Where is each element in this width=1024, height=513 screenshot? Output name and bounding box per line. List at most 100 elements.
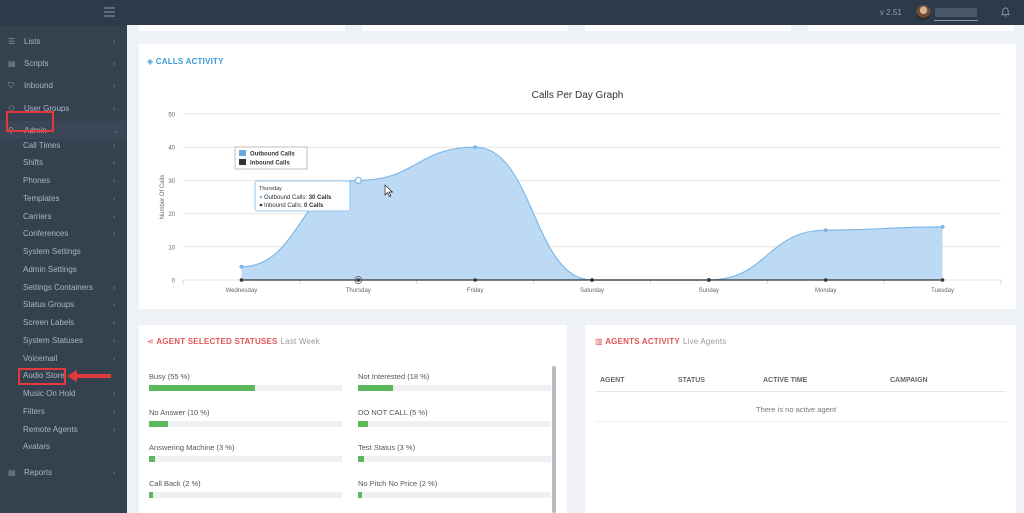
table-row-divider	[595, 421, 1006, 422]
sidebar-subitem-system-statuses[interactable]: System Statuses ‹	[0, 331, 127, 349]
y-tick-label: 40	[168, 146, 175, 152]
status-label: Not Interested (18 %)	[358, 372, 430, 381]
sidebar-subitem-music-on-hold[interactable]: Music On Hold ‹	[0, 385, 127, 403]
sidebar-subitem-conferences[interactable]: Conferences ‹	[0, 225, 127, 243]
calls-activity-card: ◈ CALLS ACTIVITY Calls Per Day Graph 0 10…	[139, 44, 1016, 309]
y-tick-label: 10	[168, 245, 175, 251]
chevron-left-icon: ‹	[113, 176, 116, 185]
sidebar-subitem-filters[interactable]: Filters ‹	[0, 402, 127, 420]
sidebar-subitem-carriers[interactable]: Carriers ‹	[0, 207, 127, 225]
sidebar-item-inbound[interactable]: ⛉ Inbound ‹	[0, 76, 127, 94]
x-tick-label: Monday	[815, 288, 836, 294]
pointer-arrow-icon	[67, 370, 111, 382]
sidebar-item-label: Templates	[23, 193, 60, 203]
tooltip-day: Thursday	[259, 186, 282, 192]
legend-label-1: Inbound Calls	[250, 161, 290, 167]
menu-toggle-icon[interactable]	[104, 7, 115, 17]
sidebar-item-scripts[interactable]: ▤ Scripts ‹	[0, 54, 127, 72]
stat-card-2	[362, 25, 568, 31]
agents-activity-title: ▥ AGENTS ACTIVITY Live Agents	[595, 337, 727, 346]
username-redacted[interactable]	[935, 8, 977, 17]
legend-label-0: Outbound Calls	[250, 152, 295, 158]
sidebar-item-label: Shifts	[23, 158, 44, 168]
status-progress-track	[149, 492, 342, 498]
sidebar-item-label: Reports	[24, 467, 53, 477]
username-underline	[934, 20, 978, 21]
sidebar-subitem-voicemail[interactable]: Voicemail ‹	[0, 349, 127, 367]
x-tick-label: Thursday	[346, 288, 371, 294]
sidebar-item-label: Remote Agents	[23, 424, 78, 434]
sidebar-subitem-remote-agents[interactable]: Remote Agents ‹	[0, 420, 127, 438]
inbound-point-monday	[823, 278, 828, 282]
sidebar-subitem-shifts[interactable]: Shifts ‹	[0, 154, 127, 172]
sidebar-item-label: Status Groups	[23, 300, 75, 310]
status-item: Test Status (3 %)	[358, 443, 551, 462]
agent-statuses-card: ⋖ AGENT SELECTED STATUSES Last Week Busy …	[139, 325, 567, 513]
chevron-left-icon: ‹	[113, 229, 116, 239]
bell-icon[interactable]	[1001, 7, 1010, 17]
stat-card-1	[139, 25, 345, 31]
sidebar-subitem-admin-settings[interactable]: Admin Settings	[0, 260, 127, 278]
sidebar-subitem-screen-labels[interactable]: Screen Labels ‹	[0, 314, 127, 332]
inbound-icon: ⛉	[8, 80, 14, 90]
col-agent[interactable]: AGENT	[600, 377, 625, 384]
status-label: Busy (55 %)	[149, 372, 190, 381]
x-tick-label: Friday	[467, 288, 484, 294]
chevron-left-icon: ‹	[113, 353, 116, 363]
chevron-left-icon: ‹	[113, 424, 116, 434]
tooltip-bullet-inbound	[259, 203, 263, 207]
outbound-point-friday	[473, 145, 478, 150]
sidebar-subitem-status-groups[interactable]: Status Groups ‹	[0, 296, 127, 314]
status-progress-track	[358, 385, 551, 391]
status-label: No Answer (10 %)	[149, 408, 210, 417]
outbound-point-wednesday	[239, 264, 244, 269]
sidebar-item-label: Voicemail	[23, 353, 58, 363]
y-axis-label: Number Of Calls	[160, 175, 166, 219]
report-icon: ▤	[8, 467, 16, 477]
col-campaign[interactable]: CAMPAIGN	[890, 377, 928, 384]
col-status[interactable]: STATUS	[678, 377, 705, 384]
admin-highlight-box	[6, 111, 54, 132]
chevron-left-icon: ‹	[113, 318, 116, 327]
status-item: Call Back (2 %)	[149, 479, 342, 498]
sidebar-item-label: Music On Hold	[23, 389, 76, 398]
sidebar-subitem-phones[interactable]: Phones ‹	[0, 172, 127, 190]
sidebar: ☰ Lists ‹ ▤ Scripts ‹ ⛉ Inbound ‹ ⚇ User Groups ‹ ⚲ A…	[0, 25, 127, 513]
chevron-left-icon: ‹	[113, 58, 116, 68]
sidebar-item-label: Phones	[23, 176, 51, 185]
sidebar-item-lists[interactable]: ☰ Lists ‹	[0, 32, 127, 50]
y-tick-label: 0	[172, 279, 176, 285]
status-progress-fill	[149, 492, 153, 498]
x-tick-label: Wednesday	[226, 288, 258, 294]
avatar[interactable]	[916, 5, 931, 20]
status-progress-track	[358, 421, 551, 427]
sidebar-item-label: System Statuses	[23, 335, 84, 345]
statuses-scrollbar-thumb[interactable]	[552, 366, 556, 513]
chevron-left-icon: ‹	[113, 158, 116, 168]
sidebar-item-label: System Settings	[23, 247, 81, 256]
col-active-time[interactable]: ACTIVE TIME	[763, 377, 807, 384]
stat-card-4	[808, 25, 1014, 31]
chevron-left-icon: ‹	[113, 406, 116, 416]
sidebar-subitem-avatars[interactable]: Avatars	[0, 438, 127, 456]
sidebar-item-label: Conferences	[23, 229, 69, 239]
sidebar-item-label: Call Times	[23, 140, 61, 150]
top-bar: v 2.51	[0, 0, 1024, 25]
bar-chart-icon: ▥	[595, 337, 606, 346]
sidebar-subitem-system-settings[interactable]: System Settings	[0, 243, 127, 261]
audio-store-highlight-box	[18, 368, 66, 385]
sidebar-item-label: Lists	[24, 36, 41, 46]
chevron-left-icon: ‹	[113, 140, 116, 150]
sidebar-subitem-settings-containers[interactable]: Settings Containers ‹	[0, 278, 127, 296]
sidebar-item-reports[interactable]: ▤ Reports ‹	[0, 463, 127, 481]
chevron-left-icon: ‹	[113, 193, 116, 203]
inbound-point-friday	[473, 278, 477, 282]
sidebar-subitem-templates[interactable]: Templates ‹	[0, 189, 127, 207]
inbound-point-wednesday	[239, 278, 244, 282]
inbound-point-tuesday	[940, 278, 945, 282]
file-icon: ▤	[8, 58, 16, 68]
legend-swatch-1	[239, 159, 246, 165]
status-label: Call Back (2 %)	[149, 479, 201, 488]
chevron-left-icon: ‹	[113, 103, 116, 113]
sidebar-subitem-call-times[interactable]: Call Times ‹	[0, 136, 127, 154]
